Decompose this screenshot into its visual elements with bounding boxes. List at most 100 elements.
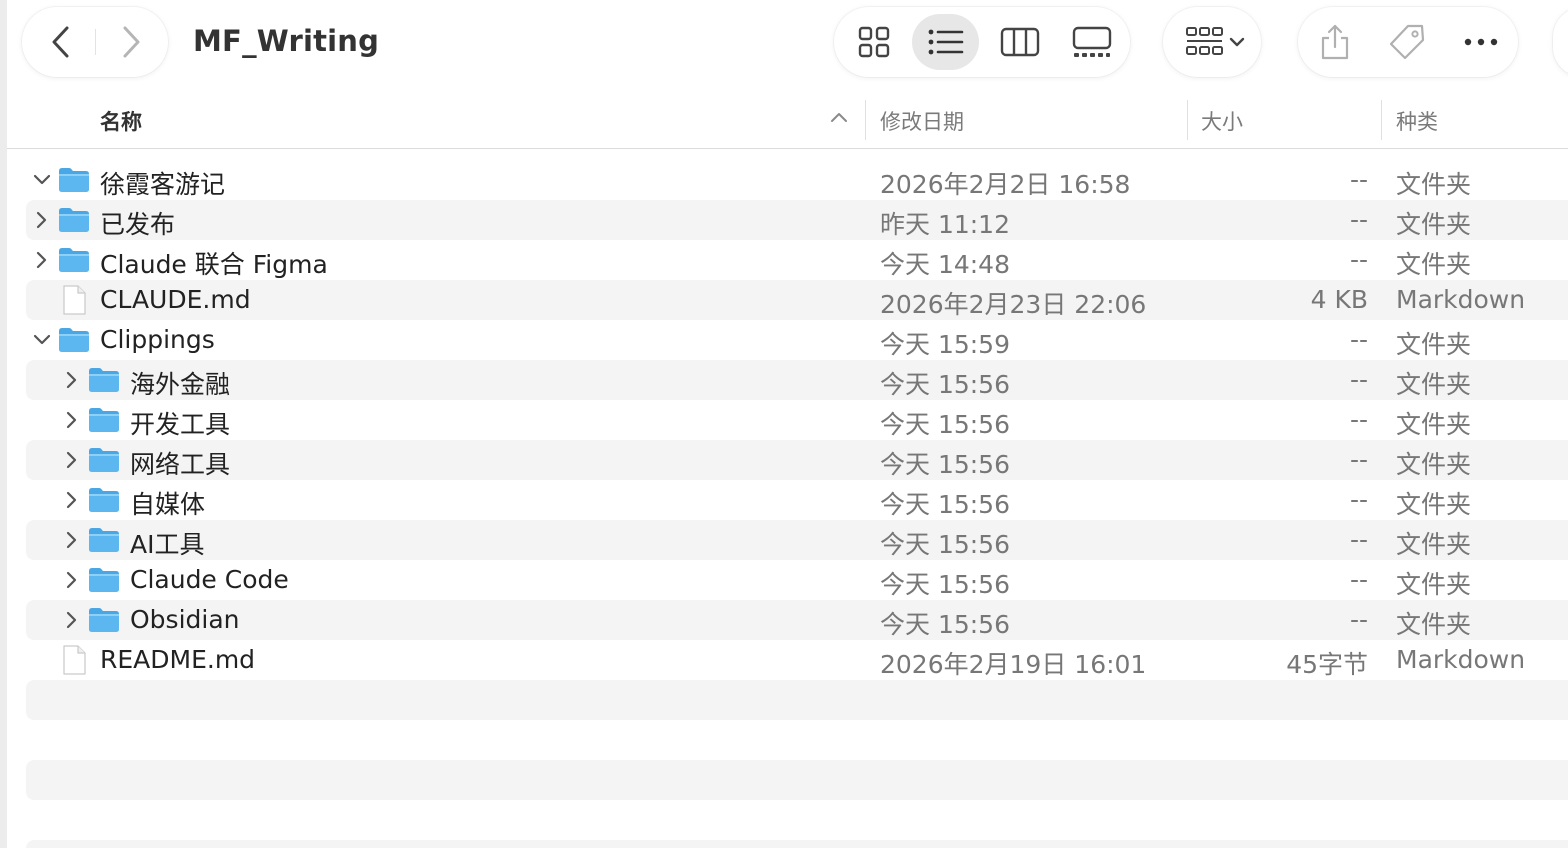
item-kind: 文件夹 [1396, 210, 1472, 239]
folder-row[interactable]: 海外金融 今天 15:56 -- 文件夹 [26, 360, 1568, 400]
item-name: Claude Code [130, 565, 289, 594]
item-kind: 文件夹 [1396, 170, 1472, 199]
folder-icon [58, 325, 90, 355]
group-by-group [1163, 7, 1261, 77]
back-button[interactable] [36, 7, 86, 77]
item-kind: 文件夹 [1396, 450, 1472, 479]
item-modified-date: 今天 15:56 [880, 570, 1010, 599]
disclosure-collapsed-button[interactable] [60, 528, 84, 552]
group-by-button[interactable] [1177, 7, 1253, 77]
item-name: 已发布 [100, 210, 176, 239]
column-separator[interactable] [1381, 100, 1382, 140]
column-kind-header[interactable]: 种类 [1396, 106, 1438, 136]
item-modified-date: 今天 15:56 [880, 370, 1010, 399]
list-view-button[interactable] [918, 7, 974, 77]
item-kind: 文件夹 [1396, 330, 1472, 359]
item-size: -- [1349, 405, 1368, 434]
chevron-down-icon [1229, 37, 1245, 47]
folder-icon [88, 405, 120, 435]
chevron-right-icon [66, 371, 77, 389]
tag-icon [1389, 24, 1425, 60]
item-name: 网络工具 [130, 450, 231, 479]
file-row[interactable]: README.md 2026年2月19日 16:01 45字节 Markdown [26, 640, 1568, 680]
empty-row-stripe [26, 680, 1568, 720]
folder-row[interactable]: AI工具 今天 15:56 -- 文件夹 [26, 520, 1568, 560]
item-kind: 文件夹 [1396, 410, 1472, 439]
column-name-header[interactable]: 名称 [100, 106, 142, 136]
item-name: Obsidian [130, 605, 240, 634]
group-by-icon [1186, 27, 1223, 55]
item-kind: Markdown [1396, 645, 1526, 674]
disclosure-expanded-button[interactable] [30, 168, 54, 192]
folder-row[interactable]: 网络工具 今天 15:56 -- 文件夹 [26, 440, 1568, 480]
item-size: -- [1349, 365, 1368, 394]
chevron-down-icon [33, 174, 51, 185]
chevron-right-icon [66, 451, 77, 469]
disclosure-collapsed-button[interactable] [60, 368, 84, 392]
chevron-right-icon [66, 411, 77, 429]
share-icon [1321, 24, 1349, 60]
forward-button[interactable] [106, 7, 156, 77]
item-size: -- [1349, 525, 1368, 554]
column-date-header[interactable]: 修改日期 [880, 106, 964, 136]
disclosure-collapsed-button[interactable] [60, 408, 84, 432]
item-kind: 文件夹 [1396, 530, 1472, 559]
folder-icon [88, 365, 120, 395]
column-separator[interactable] [865, 100, 866, 140]
item-name: Clippings [100, 325, 215, 354]
grid-icon [858, 26, 890, 58]
folder-row[interactable]: Clippings 今天 15:59 -- 文件夹 [26, 320, 1568, 360]
chevron-left-icon [52, 26, 69, 58]
navigation-separator [95, 29, 96, 55]
gallery-view-button[interactable] [1064, 7, 1120, 77]
disclosure-collapsed-button[interactable] [30, 248, 54, 272]
action-group [1298, 7, 1518, 77]
folder-row[interactable]: 已发布 昨天 11:12 -- 文件夹 [26, 200, 1568, 240]
disclosure-collapsed-button[interactable] [30, 208, 54, 232]
disclosure-expanded-button[interactable] [30, 328, 54, 352]
folder-row[interactable]: 开发工具 今天 15:56 -- 文件夹 [26, 400, 1568, 440]
folder-icon [58, 245, 90, 275]
folder-icon [88, 565, 120, 595]
item-kind: 文件夹 [1396, 250, 1472, 279]
folder-row[interactable]: Claude Code 今天 15:56 -- 文件夹 [26, 560, 1568, 600]
item-modified-date: 昨天 11:12 [880, 210, 1010, 239]
item-modified-date: 今天 15:56 [880, 490, 1010, 519]
column-view-button[interactable] [994, 7, 1046, 77]
column-separator[interactable] [1187, 100, 1188, 140]
item-name: README.md [100, 645, 256, 674]
item-modified-date: 今天 15:56 [880, 530, 1010, 559]
column-size-header[interactable]: 大小 [1201, 106, 1243, 136]
disclosure-collapsed-button[interactable] [60, 448, 84, 472]
folder-icon [88, 605, 120, 635]
item-name: AI工具 [130, 530, 205, 559]
folder-row[interactable]: Obsidian 今天 15:56 -- 文件夹 [26, 600, 1568, 640]
folder-icon [88, 445, 120, 475]
tag-button[interactable] [1382, 7, 1432, 77]
disclosure-collapsed-button[interactable] [60, 608, 84, 632]
folder-row[interactable]: 自媒体 今天 15:56 -- 文件夹 [26, 480, 1568, 520]
item-name: 海外金融 [130, 370, 231, 399]
item-size: -- [1349, 565, 1368, 594]
folder-icon [88, 525, 120, 555]
window-title: MF_Writing [193, 24, 380, 58]
icon-view-button[interactable] [848, 7, 900, 77]
finder-window: MF_Writing 名称 修改日期 大小 种类 徐霞客游记 2026年2月2日… [0, 0, 1568, 848]
item-size: -- [1349, 325, 1368, 354]
disclosure-collapsed-button[interactable] [60, 488, 84, 512]
disclosure-collapsed-button[interactable] [60, 568, 84, 592]
item-modified-date: 今天 14:48 [880, 250, 1010, 279]
item-size: 4 KB [1310, 285, 1368, 314]
folder-icon [58, 165, 90, 195]
item-kind: 文件夹 [1396, 570, 1472, 599]
more-button[interactable] [1456, 7, 1506, 77]
view-mode-group [834, 7, 1130, 77]
item-kind: 文件夹 [1396, 370, 1472, 399]
folder-row[interactable]: Claude 联合 Figma 今天 14:48 -- 文件夹 [26, 240, 1568, 280]
item-size: 45字节 [1286, 650, 1368, 679]
folder-row[interactable]: 徐霞客游记 2026年2月2日 16:58 -- 文件夹 [26, 160, 1568, 200]
share-button[interactable] [1310, 7, 1360, 77]
column-header: 名称 修改日期 大小 种类 [7, 92, 1568, 149]
file-row[interactable]: CLAUDE.md 2026年2月23日 22:06 4 KB Markdown [26, 280, 1568, 320]
chevron-right-icon [66, 611, 77, 629]
